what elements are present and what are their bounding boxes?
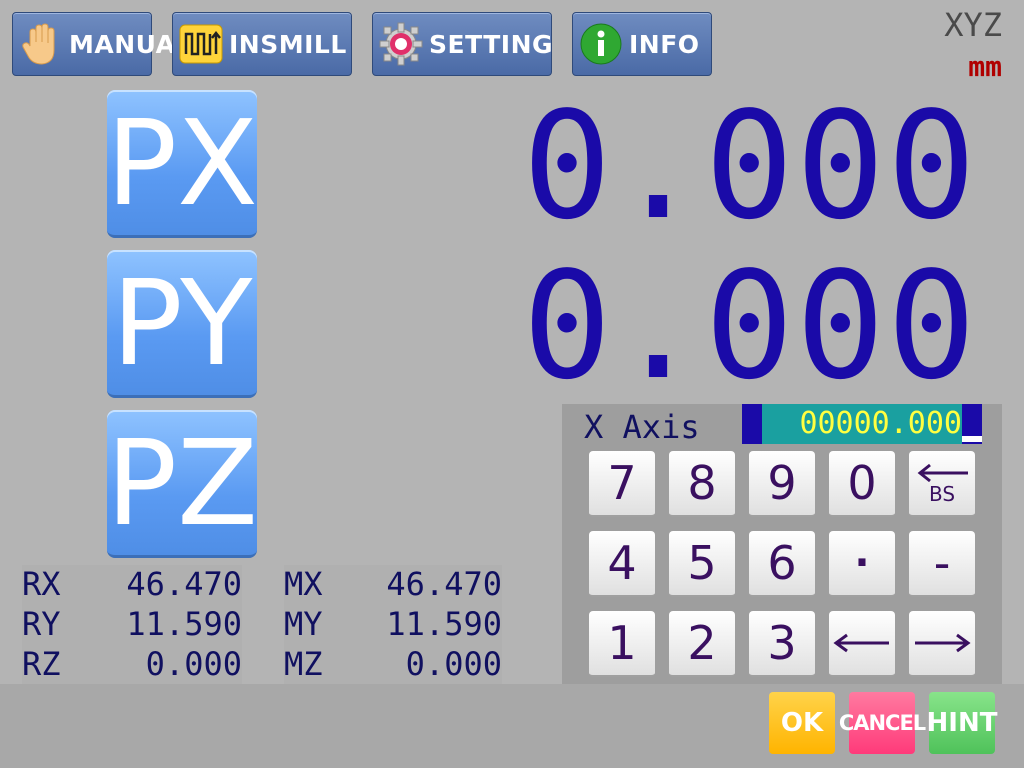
tab-setting-label: SETTING bbox=[429, 29, 554, 59]
right-arrow-icon bbox=[915, 633, 971, 653]
key-5[interactable]: 5 bbox=[669, 531, 735, 597]
backspace-key-label: BS bbox=[928, 482, 956, 506]
backspace-arrow-icon bbox=[917, 463, 968, 483]
pz-button[interactable]: PZ bbox=[106, 410, 258, 558]
ok-button[interactable]: OK bbox=[769, 692, 835, 754]
hint-button[interactable]: HINT bbox=[927, 692, 997, 754]
hand-icon bbox=[19, 22, 63, 66]
mz-value: 0.000 bbox=[405, 645, 502, 683]
coordinate-mode: XYZ bbox=[944, 6, 1002, 44]
key-4[interactable]: 4 bbox=[589, 531, 655, 597]
info-icon bbox=[579, 22, 623, 66]
mx-value: 46.470 bbox=[386, 565, 502, 603]
coord-row-y: RY 11.590 MY 11.590 bbox=[22, 605, 502, 645]
key-8[interactable]: 8 bbox=[669, 451, 735, 517]
tab-info[interactable]: INFO bbox=[572, 12, 712, 76]
left-arrow-icon bbox=[833, 633, 889, 653]
value-entry-field[interactable]: 00000.000 bbox=[742, 404, 982, 444]
rz-value: 0.000 bbox=[145, 645, 242, 683]
tab-insmill-label: INSMILL bbox=[229, 29, 347, 59]
my-value: 11.590 bbox=[386, 605, 502, 643]
x-readout: 0.000 bbox=[522, 80, 978, 252]
tab-info-label: INFO bbox=[629, 29, 700, 59]
tab-manual[interactable]: MANUAL bbox=[12, 12, 191, 76]
backspace-key[interactable]: BS bbox=[909, 451, 975, 517]
cancel-button[interactable]: CANCEL bbox=[839, 692, 926, 754]
coord-row-x: RX 46.470 MX 46.470 bbox=[22, 565, 502, 605]
entry-axis-label: X Axis bbox=[584, 408, 700, 446]
unit-label: mm bbox=[968, 50, 1002, 83]
key-6[interactable]: 6 bbox=[749, 531, 815, 597]
key-3[interactable]: 3 bbox=[749, 611, 815, 677]
entry-cursor bbox=[962, 436, 982, 442]
cursor-right-key[interactable] bbox=[909, 611, 975, 677]
py-button[interactable]: PY bbox=[107, 250, 257, 398]
px-button[interactable]: PX bbox=[106, 90, 258, 238]
rx-value: 46.470 bbox=[126, 565, 242, 603]
tab-setting[interactable]: SETTING bbox=[372, 12, 554, 76]
tab-insmill[interactable]: INSMILL bbox=[172, 12, 352, 76]
key-7[interactable]: 7 bbox=[589, 451, 655, 517]
keypad-panel: X Axis 00000.000 7 8 9 0 BS 4 5 6 · - 1 … bbox=[562, 404, 1002, 684]
minus-key[interactable]: - bbox=[909, 531, 975, 597]
y-readout: 0.000 bbox=[522, 240, 978, 412]
ry-value: 11.590 bbox=[126, 605, 242, 643]
key-0[interactable]: 0 bbox=[829, 451, 895, 517]
gear-icon bbox=[379, 22, 423, 66]
cursor-left-key[interactable] bbox=[829, 611, 895, 677]
key-2[interactable]: 2 bbox=[669, 611, 735, 677]
insmill-icon bbox=[179, 22, 223, 66]
coord-row-z: RZ 0.000 MZ 0.000 bbox=[22, 645, 502, 685]
decimal-point-key[interactable]: · bbox=[829, 531, 895, 597]
key-1[interactable]: 1 bbox=[589, 611, 655, 677]
key-9[interactable]: 9 bbox=[749, 451, 815, 517]
